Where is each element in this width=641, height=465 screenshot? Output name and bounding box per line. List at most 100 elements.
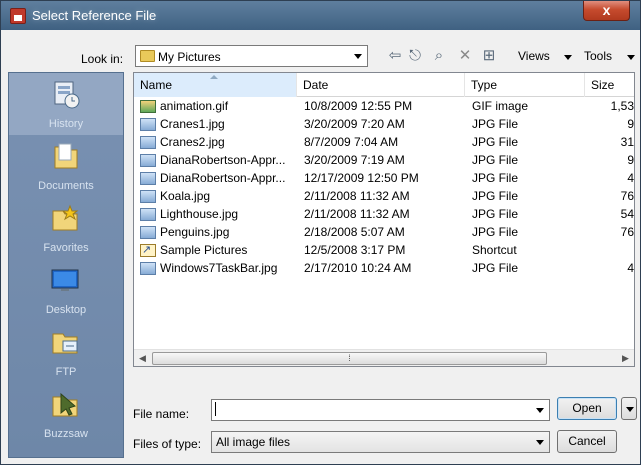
file-name-cell: animation.gif — [160, 99, 229, 113]
file-type-cell: JPG File — [472, 207, 519, 221]
file-row[interactable]: Koala.jpg 2/11/2008 11:32 AM JPG File 76 — [134, 188, 634, 206]
history-icon — [54, 81, 80, 109]
place-label: Buzzsaw — [43, 428, 89, 440]
file-date-cell: 12/17/2009 12:50 PM — [304, 171, 419, 185]
column-header-type[interactable]: Type — [465, 73, 585, 97]
file-row[interactable]: Cranes1.jpg 3/20/2009 7:20 AM JPG File 9 — [134, 116, 634, 134]
scroll-left-icon[interactable]: ◀ — [134, 350, 151, 366]
file-size-cell: 31 — [620, 135, 634, 149]
file-size-cell: 1,53 — [610, 99, 634, 113]
file-date-cell: 3/20/2009 7:20 AM — [304, 117, 405, 131]
favorites-icon — [52, 204, 79, 231]
place-label: Desktop — [45, 304, 87, 316]
file-date-cell: 3/20/2009 7:19 AM — [304, 153, 405, 167]
search-web-icon[interactable]: ⌕ — [429, 47, 449, 65]
file-size-cell: 76 — [620, 189, 634, 203]
file-size-cell: 9 — [627, 117, 634, 131]
sort-ascending-icon — [210, 75, 218, 79]
scroll-thumb[interactable]: ⁞ — [152, 352, 547, 365]
look-in-value: My Pictures — [158, 50, 221, 64]
place-desktop[interactable]: Desktop — [9, 259, 123, 321]
file-date-cell: 12/5/2008 3:17 PM — [304, 243, 406, 257]
jpg-file-icon — [140, 208, 156, 221]
file-name-cell: DianaRobertson-Appr... — [160, 171, 286, 185]
jpg-file-icon — [140, 154, 156, 167]
file-size-cell: 54 — [620, 207, 634, 221]
close-button[interactable]: x — [583, 1, 630, 21]
app-icon — [10, 8, 26, 24]
file-name-cell: Koala.jpg — [160, 189, 211, 203]
up-folder-icon[interactable]: ⎋ — [405, 47, 425, 65]
place-label: FTP — [55, 366, 77, 378]
file-date-cell: 2/11/2008 11:32 AM — [304, 189, 410, 203]
horizontal-scrollbar[interactable]: ◀ ⁞ ▶ — [134, 349, 634, 366]
new-folder-icon[interactable]: ⊞ — [479, 47, 499, 65]
jpg-file-icon — [140, 226, 156, 239]
text-cursor — [215, 402, 216, 416]
file-type-cell: JPG File — [472, 261, 519, 275]
cancel-button[interactable]: Cancel — [557, 430, 617, 453]
file-size-cell: 4 — [627, 171, 634, 185]
file-row[interactable]: Penguins.jpg 2/18/2008 5:07 AM JPG File … — [134, 224, 634, 242]
file-type-cell: GIF image — [472, 99, 529, 113]
file-date-cell: 2/17/2010 10:24 AM — [304, 261, 412, 275]
place-ftp[interactable]: FTP — [9, 321, 123, 383]
file-name-cell: Cranes2.jpg — [160, 135, 225, 149]
file-list[interactable]: Name Date Type Size animation.gif 10/8/2… — [133, 72, 635, 367]
desktop-icon — [51, 269, 79, 291]
look-in-combo[interactable]: My Pictures — [135, 45, 368, 67]
file-name-input[interactable] — [211, 399, 550, 421]
place-label: Documents — [38, 180, 94, 192]
window-title: Select Reference File — [32, 8, 157, 23]
file-row[interactable]: DianaRobertson-Appr... 3/20/2009 7:19 AM… — [134, 152, 634, 170]
jpg-file-icon — [140, 262, 156, 275]
file-type-cell: JPG File — [472, 189, 519, 203]
scroll-right-icon[interactable]: ▶ — [617, 350, 634, 366]
file-name-cell: Windows7TaskBar.jpg — [160, 261, 278, 275]
file-row[interactable]: Sample Pictures 12/5/2008 3:17 PM Shortc… — [134, 242, 634, 260]
places-bar: History Documents Favorites Desktop FTP … — [8, 72, 124, 458]
file-row[interactable]: animation.gif 10/8/2009 12:55 PM GIF ima… — [134, 98, 634, 116]
open-options-chevron-down-icon[interactable] — [621, 397, 637, 420]
files-of-type-label: Files of type: — [133, 437, 202, 451]
open-button[interactable]: Open — [557, 397, 617, 420]
file-size-cell: 4 — [627, 261, 634, 275]
file-row[interactable]: Windows7TaskBar.jpg 2/17/2010 10:24 AM J… — [134, 260, 634, 278]
place-documents[interactable]: Documents — [9, 135, 123, 197]
files-of-type-chevron-down-icon[interactable] — [536, 440, 544, 445]
place-history[interactable]: History — [9, 73, 123, 135]
file-type-cell: JPG File — [472, 117, 519, 131]
file-list-header: Name Date Type Size — [134, 73, 634, 97]
gif-file-icon — [140, 100, 156, 113]
views-menu[interactable]: Views — [518, 49, 550, 63]
column-header-size[interactable]: Size — [585, 73, 634, 97]
shortcut-icon — [140, 243, 156, 257]
file-name-cell: Penguins.jpg — [160, 225, 230, 239]
back-icon[interactable]: ⇦ — [385, 47, 405, 65]
views-chevron-down-icon[interactable] — [564, 55, 572, 60]
file-type-cell: JPG File — [472, 225, 519, 239]
files-of-type-select[interactable]: All image files — [211, 431, 550, 453]
jpg-file-icon — [140, 118, 156, 131]
file-size-cell: 9 — [627, 153, 634, 167]
jpg-file-icon — [140, 136, 156, 149]
column-header-date[interactable]: Date — [297, 73, 465, 97]
file-row[interactable]: Lighthouse.jpg 2/11/2008 11:32 AM JPG Fi… — [134, 206, 634, 224]
delete-icon[interactable]: ✕ — [455, 47, 475, 65]
file-row[interactable]: DianaRobertson-Appr... 12/17/2009 12:50 … — [134, 170, 634, 188]
place-favorites[interactable]: Favorites — [9, 197, 123, 259]
tools-chevron-down-icon[interactable] — [627, 55, 635, 60]
look-in-label: Look in: — [81, 52, 124, 66]
file-type-cell: JPG File — [472, 135, 519, 149]
tools-menu[interactable]: Tools — [584, 49, 612, 63]
file-name-cell: Lighthouse.jpg — [160, 207, 239, 221]
file-date-cell: 8/7/2009 7:04 AM — [304, 135, 399, 149]
select-reference-file-dialog: Select Reference File x Look in: My Pict… — [0, 0, 641, 465]
documents-icon — [54, 143, 78, 169]
chevron-down-icon[interactable] — [354, 54, 362, 59]
place-buzzsaw[interactable]: Buzzsaw — [9, 383, 123, 445]
file-row[interactable]: Cranes2.jpg 8/7/2009 7:04 AM JPG File 31 — [134, 134, 634, 152]
title-bar[interactable]: Select Reference File x — [1, 1, 640, 30]
file-name-chevron-down-icon[interactable] — [536, 408, 544, 413]
file-name-cell: Cranes1.jpg — [160, 117, 225, 131]
